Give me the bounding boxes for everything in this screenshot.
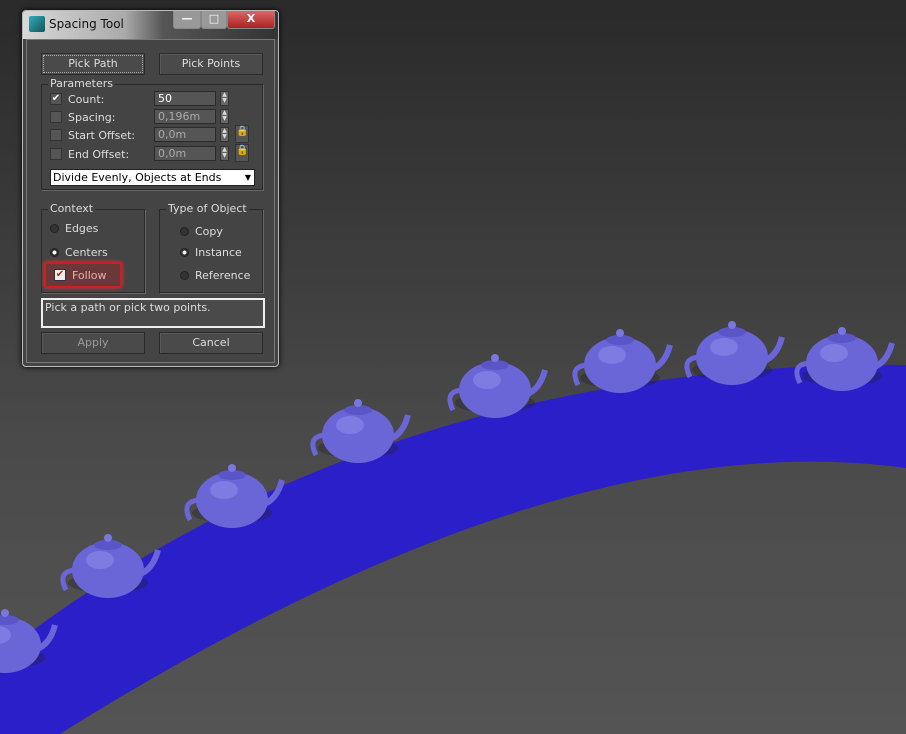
close-button[interactable]: X	[227, 11, 275, 29]
title-bar[interactable]: Spacing Tool — □ X	[23, 11, 278, 39]
count-spinner[interactable]: ▲ ▼	[220, 91, 229, 106]
count-field[interactable]: 50	[154, 91, 216, 106]
cancel-button[interactable]: Cancel	[159, 332, 263, 354]
app-icon	[29, 16, 45, 32]
end-offset-label: End Offset:	[68, 147, 130, 161]
follow-checkbox[interactable]: ✔ Follow	[54, 267, 107, 283]
distribution-value: Divide Evenly, Objects at Ends	[53, 171, 222, 184]
start-offset-field[interactable]: 0,0m	[154, 127, 216, 142]
distribution-dropdown[interactable]: Divide Evenly, Objects at Ends ▼	[50, 169, 255, 186]
path-ribbon	[0, 364, 906, 734]
parameters-label: Parameters	[48, 77, 115, 90]
copy-radio[interactable]: Copy	[180, 223, 223, 239]
context-label: Context	[48, 202, 96, 215]
edges-radio[interactable]: Edges	[50, 220, 98, 236]
spacing-spinner[interactable]: ▲ ▼	[220, 109, 229, 124]
end-offset-checkbox[interactable]	[50, 148, 62, 160]
instance-radio[interactable]: Instance	[180, 244, 242, 260]
type-of-object-label: Type of Object	[166, 202, 249, 215]
status-text: Pick a path or pick two points.	[41, 298, 265, 328]
start-offset-checkbox[interactable]	[50, 129, 62, 141]
spacing-field[interactable]: 0,196m	[154, 109, 216, 124]
spacing-checkbox[interactable]	[50, 111, 62, 123]
pick-points-button[interactable]: Pick Points	[159, 53, 263, 75]
count-checkbox[interactable]: ✔	[50, 93, 62, 105]
start-offset-spinner[interactable]: ▲ ▼	[220, 127, 229, 142]
parameters-group: Parameters ✔ Count: 50 ▲ ▼ Spacing: 0,196m…	[41, 77, 263, 190]
spacing-tool-dialog: Spacing Tool — □ X Pick Path Pick Points…	[22, 10, 279, 367]
type-of-object-group: Type of Object Copy Instance Reference	[159, 202, 263, 293]
minimize-button[interactable]: —	[173, 11, 201, 29]
count-label: Count:	[68, 92, 105, 106]
lock-icon[interactable]: 🔒	[235, 144, 249, 162]
pick-path-button[interactable]: Pick Path	[41, 53, 145, 75]
chevron-down-icon: ▼	[244, 173, 251, 182]
maximize-button[interactable]: □	[201, 11, 227, 29]
centers-radio[interactable]: Centers	[50, 244, 108, 260]
lock-icon[interactable]: 🔒	[235, 125, 249, 143]
end-offset-field[interactable]: 0,0m	[154, 146, 216, 161]
apply-button[interactable]: Apply	[41, 332, 145, 354]
start-offset-label: Start Offset:	[68, 128, 136, 142]
dialog-title: Spacing Tool	[49, 17, 124, 31]
spacing-label: Spacing:	[68, 110, 116, 124]
end-offset-spinner[interactable]: ▲ ▼	[220, 146, 229, 161]
context-group: Context Edges Centers ✔ Follow	[41, 202, 145, 293]
reference-radio[interactable]: Reference	[180, 267, 250, 283]
